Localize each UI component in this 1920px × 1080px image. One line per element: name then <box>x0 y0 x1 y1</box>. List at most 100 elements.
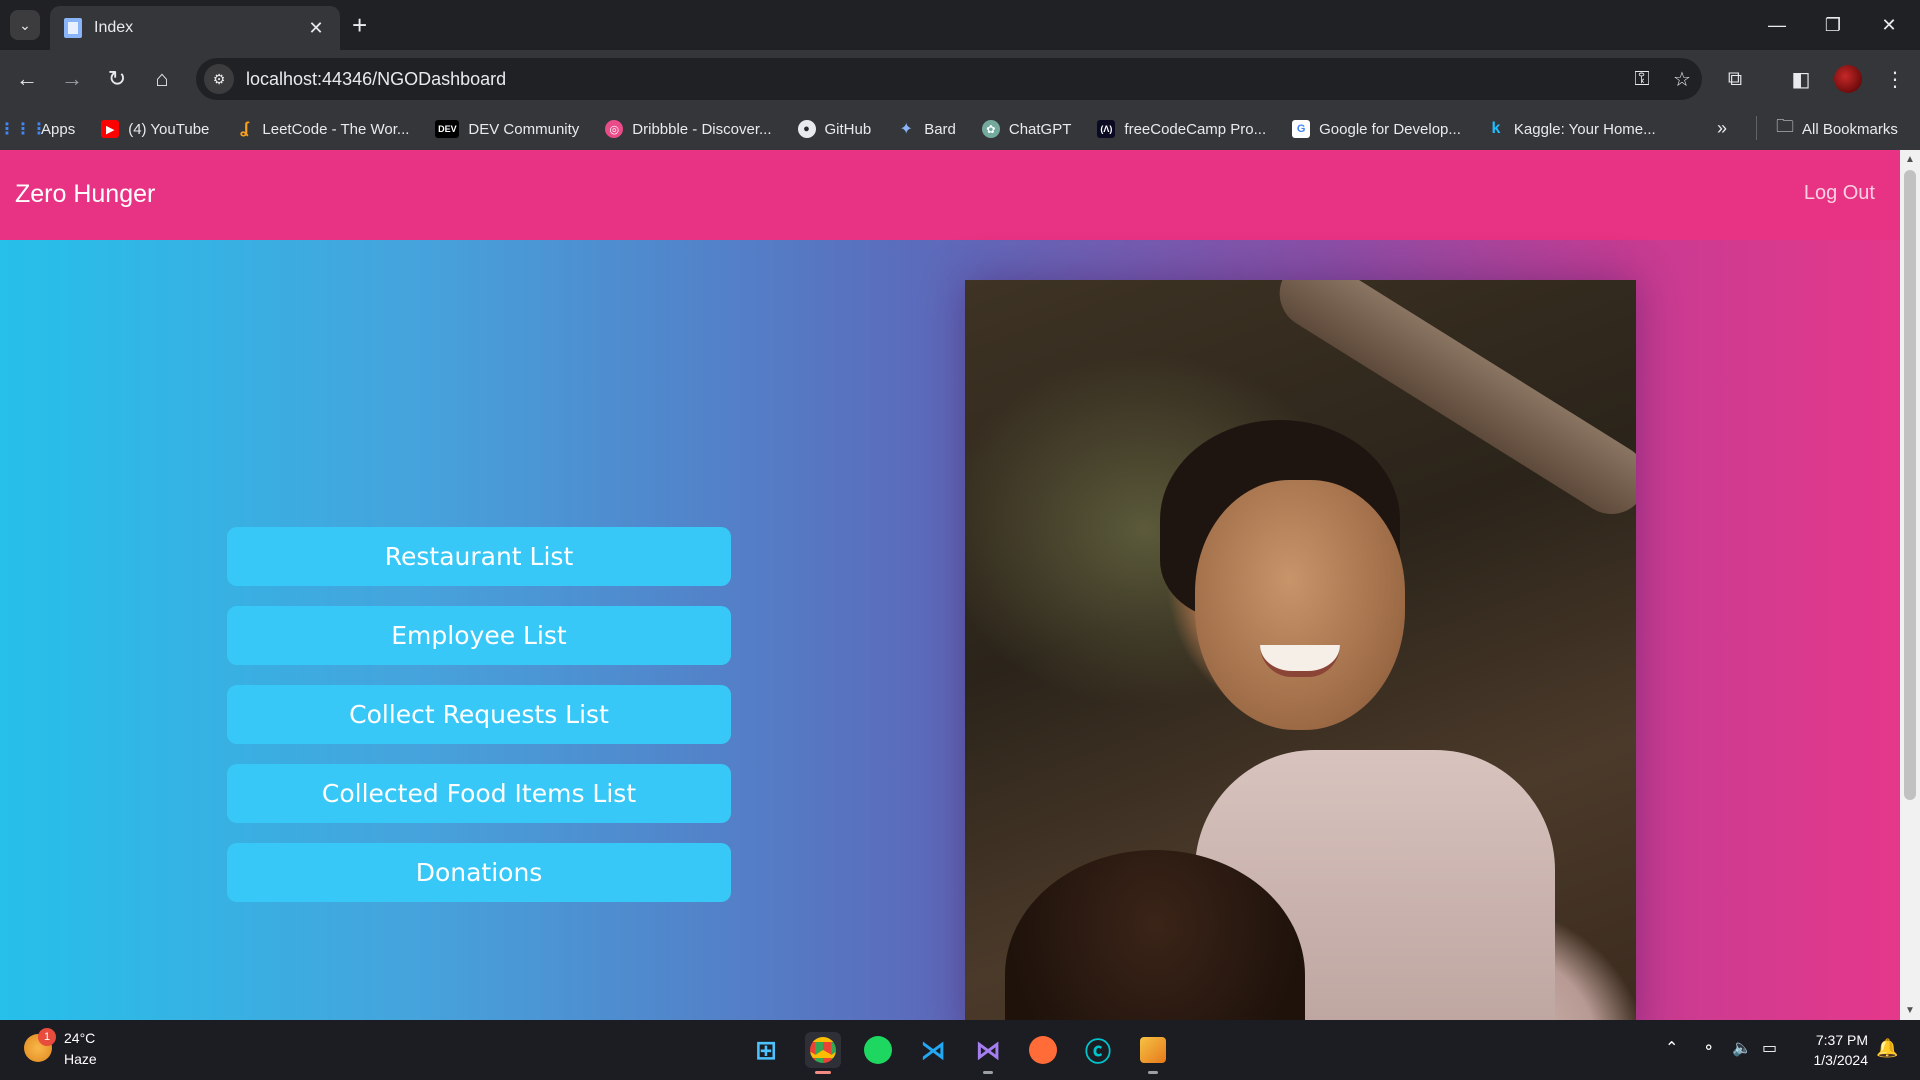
clock-time: 7:37 PM <box>1815 1032 1868 1048</box>
tray-overflow-icon[interactable]: ⌃ <box>1665 1038 1678 1058</box>
bookmark-label: (4) YouTube <box>128 120 210 138</box>
photo-face <box>1195 480 1405 730</box>
brand-link[interactable]: Zero Hunger <box>15 180 155 209</box>
bookmarks-divider <box>1756 116 1757 140</box>
bookmark-leetcode[interactable]: ʆ LeetCode - The Wor... <box>235 120 409 138</box>
bookmark-label: Dribbble - Discover... <box>632 120 772 138</box>
bookmark-label: freeCodeCamp Pro... <box>1124 120 1267 138</box>
spotify-icon[interactable] <box>860 1032 896 1068</box>
bookmark-apps[interactable]: ⋮⋮⋮ Apps <box>0 120 76 139</box>
logout-link[interactable]: Log Out <box>1804 182 1875 205</box>
tab-strip: ⌄ Index ✕ + — ❐ ✕ <box>0 0 1920 50</box>
bookmark-label: Bard <box>924 120 956 138</box>
bookmark-youtube[interactable]: ▶ (4) YouTube <box>101 120 209 138</box>
bookmark-kaggle[interactable]: k Kaggle: Your Home... <box>1487 120 1656 138</box>
dashboard-menu: Restaurant List Employee List Collect Re… <box>227 527 731 922</box>
bookmark-label: Apps <box>41 120 76 138</box>
address-bar[interactable]: ⚙ localhost:44346/NGODashboard ⚿ ☆ <box>196 58 1702 100</box>
bookmark-label: Google for Develop... <box>1319 120 1461 138</box>
bookmark-label: ChatGPT <box>1008 120 1072 138</box>
windows-taskbar: 1 24°C Haze ⊞ ⋊ ⋈ ⓒ ⌃ ⚬ 🔈 ▭ 7:37 PM 1/3/… <box>0 1020 1920 1080</box>
volume-icon[interactable]: 🔈 <box>1732 1038 1752 1058</box>
collected-food-items-list-button[interactable]: Collected Food Items List <box>227 764 731 823</box>
start-windows-icon[interactable]: ⊞ <box>748 1032 784 1068</box>
chatgpt-icon: ✿ <box>981 120 1000 138</box>
bookmark-star-icon[interactable]: ☆ <box>1662 67 1702 92</box>
bookmarks-overflow-icon[interactable]: » <box>1717 118 1727 139</box>
notification-bell-icon[interactable]: 🔔 <box>1876 1038 1898 1059</box>
menu-kebab-icon[interactable]: ⋮ <box>1880 64 1910 94</box>
snipping-tool-icon[interactable] <box>1135 1032 1171 1074</box>
bookmark-label: DEV Community <box>468 120 580 138</box>
collect-requests-list-button[interactable]: Collect Requests List <box>227 685 731 744</box>
youtube-icon: ▶ <box>101 120 120 138</box>
side-panel-icon[interactable]: ◧ <box>1786 64 1816 94</box>
extensions-icon[interactable]: ⧉ <box>1720 64 1750 94</box>
canva-icon[interactable]: ⓒ <box>1080 1032 1116 1068</box>
scroll-down-icon[interactable]: ▼ <box>1905 1005 1915 1016</box>
kaggle-icon: k <box>1491 120 1501 137</box>
visual-studio-icon[interactable]: ⋈ <box>970 1032 1006 1074</box>
tab-title: Index <box>94 19 134 36</box>
bookmark-google-developers[interactable]: G Google for Develop... <box>1292 120 1461 138</box>
back-icon[interactable]: ← <box>10 62 44 96</box>
restore-icon[interactable]: ❐ <box>1810 8 1856 42</box>
browser-tab[interactable]: Index ✕ <box>50 6 340 50</box>
scroll-up-icon[interactable]: ▲ <box>1905 154 1915 165</box>
bookmark-bard[interactable]: ✦ Bard <box>897 120 956 139</box>
clock-date: 1/3/2024 <box>1813 1052 1869 1068</box>
system-clock[interactable]: 7:37 PM 1/3/2024 <box>1790 1030 1869 1070</box>
employee-list-button[interactable]: Employee List <box>227 606 731 665</box>
freecodecamp-icon: (Λ) <box>1097 120 1116 138</box>
new-tab-icon[interactable]: + <box>352 10 367 40</box>
site-info-icon[interactable]: ⚙ <box>204 64 234 94</box>
page-favicon-icon <box>64 18 82 38</box>
hero-photo <box>965 280 1636 1020</box>
bard-sparkle-icon: ✦ <box>899 121 913 138</box>
tab-search-icon[interactable]: ⌄ <box>10 10 40 40</box>
profile-avatar[interactable] <box>1834 65 1862 93</box>
url-text[interactable]: localhost:44346/NGODashboard <box>246 69 1622 90</box>
dribbble-icon: ◎ <box>605 120 624 138</box>
restaurant-list-button[interactable]: Restaurant List <box>227 527 731 586</box>
close-tab-icon[interactable]: ✕ <box>306 18 326 39</box>
close-window-icon[interactable]: ✕ <box>1866 8 1912 42</box>
leetcode-icon: ʆ <box>240 120 249 137</box>
chrome-icon[interactable] <box>805 1032 841 1074</box>
bookmark-label: GitHub <box>824 120 872 138</box>
weather-badge: 1 <box>38 1028 56 1046</box>
weather-condition[interactable]: Haze <box>64 1051 97 1067</box>
dashboard-hero: Restaurant List Employee List Collect Re… <box>0 240 1900 1020</box>
bookmarks-bar: ⋮⋮⋮ Apps ▶ (4) YouTube ʆ LeetCode - The Wor… <box>0 108 1920 150</box>
site-navbar: Zero Hunger Log Out <box>0 150 1900 240</box>
donations-button[interactable]: Donations <box>227 843 731 902</box>
home-icon[interactable]: ⌂ <box>145 62 179 96</box>
password-key-icon[interactable]: ⚿ <box>1622 68 1662 91</box>
bookmark-github[interactable]: ● GitHub <box>797 120 872 138</box>
scroll-thumb[interactable] <box>1904 170 1916 800</box>
bookmark-chatgpt[interactable]: ✿ ChatGPT <box>981 120 1072 138</box>
wifi-icon[interactable]: ⚬ <box>1702 1038 1715 1058</box>
forward-icon[interactable]: → <box>55 62 89 96</box>
minimize-icon[interactable]: — <box>1754 8 1800 42</box>
weather-temperature[interactable]: 24°C <box>64 1030 95 1046</box>
page-viewport: Zero Hunger Log Out Restaurant List Empl… <box>0 150 1900 1020</box>
dev-icon: DEV <box>435 120 460 138</box>
reload-icon[interactable]: ↻ <box>100 62 134 96</box>
browser-toolbar: ← → ↻ ⌂ ⚙ localhost:44346/NGODashboard ⚿… <box>0 50 1920 108</box>
all-bookmarks-button[interactable]: 🗀 All Bookmarks <box>1776 108 1898 150</box>
bookmark-label: LeetCode - The Wor... <box>262 120 410 138</box>
postman-icon[interactable] <box>1025 1032 1061 1068</box>
page-scrollbar[interactable]: ▲ ▼ <box>1900 150 1920 1020</box>
apps-grid-icon: ⋮⋮⋮ <box>0 121 47 138</box>
bookmark-label: Kaggle: Your Home... <box>1513 120 1656 138</box>
vscode-icon[interactable]: ⋊ <box>915 1032 951 1068</box>
bookmark-freecodecamp[interactable]: (Λ) freeCodeCamp Pro... <box>1097 120 1266 138</box>
folder-icon: 🗀 <box>1776 116 1794 136</box>
battery-icon[interactable]: ▭ <box>1762 1038 1777 1058</box>
google-icon: G <box>1292 120 1311 138</box>
bookmark-dev[interactable]: DEV DEV Community <box>435 120 579 138</box>
github-icon: ● <box>797 120 816 138</box>
all-bookmarks-label: All Bookmarks <box>1802 120 1898 138</box>
bookmark-dribbble[interactable]: ◎ Dribbble - Discover... <box>605 120 772 138</box>
